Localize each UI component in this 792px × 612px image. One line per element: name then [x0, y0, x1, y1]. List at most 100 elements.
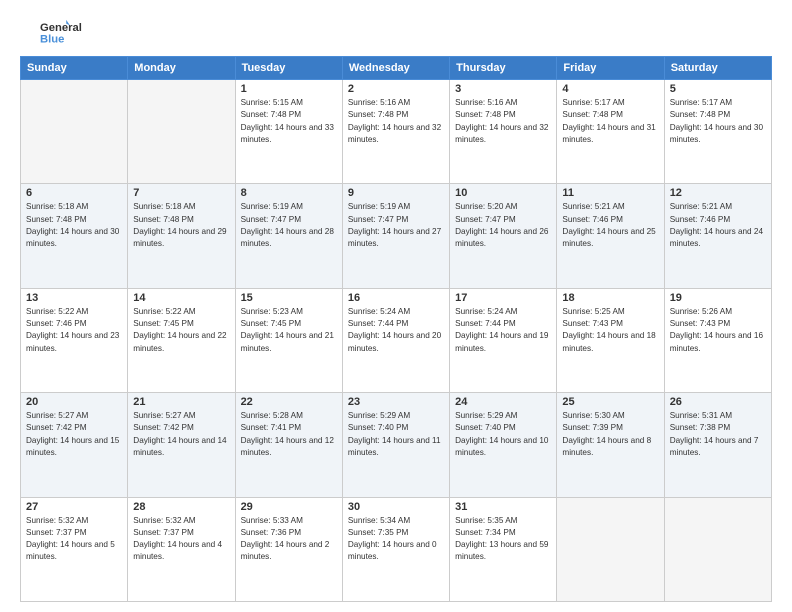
day-number: 23	[348, 396, 444, 408]
day-number: 19	[670, 292, 766, 304]
day-number: 3	[455, 83, 551, 95]
day-number: 30	[348, 501, 444, 513]
calendar-cell: 16 Sunrise: 5:24 AMSunset: 7:44 PMDayligh…	[342, 288, 449, 392]
day-info: Sunrise: 5:33 AMSunset: 7:36 PMDaylight:…	[241, 515, 337, 564]
calendar-cell: 8 Sunrise: 5:19 AMSunset: 7:47 PMDaylight…	[235, 184, 342, 288]
day-number: 8	[241, 187, 337, 199]
day-number: 12	[670, 187, 766, 199]
day-header-sunday: Sunday	[21, 57, 128, 80]
calendar-header-row: SundayMondayTuesdayWednesdayThursdayFrid…	[21, 57, 772, 80]
day-number: 7	[133, 187, 229, 199]
day-number: 11	[562, 187, 658, 199]
day-number: 24	[455, 396, 551, 408]
day-info: Sunrise: 5:32 AMSunset: 7:37 PMDaylight:…	[26, 515, 122, 564]
calendar-cell	[128, 80, 235, 184]
day-header-tuesday: Tuesday	[235, 57, 342, 80]
day-info: Sunrise: 5:24 AMSunset: 7:44 PMDaylight:…	[348, 306, 444, 355]
day-info: Sunrise: 5:29 AMSunset: 7:40 PMDaylight:…	[455, 410, 551, 459]
day-number: 6	[26, 187, 122, 199]
day-info: Sunrise: 5:23 AMSunset: 7:45 PMDaylight:…	[241, 306, 337, 355]
day-info: Sunrise: 5:18 AMSunset: 7:48 PMDaylight:…	[26, 201, 122, 250]
calendar-cell: 24 Sunrise: 5:29 AMSunset: 7:40 PMDayligh…	[450, 393, 557, 497]
day-info: Sunrise: 5:31 AMSunset: 7:38 PMDaylight:…	[670, 410, 766, 459]
day-info: Sunrise: 5:21 AMSunset: 7:46 PMDaylight:…	[562, 201, 658, 250]
page: General Blue SundayMondayTuesdayWednesda…	[0, 0, 792, 612]
day-number: 2	[348, 83, 444, 95]
calendar-cell	[557, 497, 664, 601]
day-number: 28	[133, 501, 229, 513]
calendar-cell: 14Sunrise: 5:22 AMSunset: 7:45 PMDayligh…	[128, 288, 235, 392]
calendar-cell: 1 Sunrise: 5:15 AMSunset: 7:48 PMDaylight…	[235, 80, 342, 184]
calendar-cell: 25Sunrise: 5:30 AMSunset: 7:39 PMDayligh…	[557, 393, 664, 497]
day-header-saturday: Saturday	[664, 57, 771, 80]
day-number: 16	[348, 292, 444, 304]
day-info: Sunrise: 5:22 AMSunset: 7:46 PMDaylight:…	[26, 306, 122, 355]
day-header-friday: Friday	[557, 57, 664, 80]
header: General Blue	[20, 18, 772, 48]
day-info: Sunrise: 5:29 AMSunset: 7:40 PMDaylight:…	[348, 410, 444, 459]
day-number: 26	[670, 396, 766, 408]
day-info: Sunrise: 5:20 AMSunset: 7:47 PMDaylight:…	[455, 201, 551, 250]
week-row-1: 1 Sunrise: 5:15 AMSunset: 7:48 PMDaylight…	[21, 80, 772, 184]
day-info: Sunrise: 5:24 AMSunset: 7:44 PMDaylight:…	[455, 306, 551, 355]
day-header-wednesday: Wednesday	[342, 57, 449, 80]
calendar-cell	[664, 497, 771, 601]
calendar-cell: 27 Sunrise: 5:32 AMSunset: 7:37 PMDayligh…	[21, 497, 128, 601]
week-row-3: 13Sunrise: 5:22 AMSunset: 7:46 PMDayligh…	[21, 288, 772, 392]
day-number: 1	[241, 83, 337, 95]
day-number: 10	[455, 187, 551, 199]
calendar-cell: 9 Sunrise: 5:19 AMSunset: 7:47 PMDaylight…	[342, 184, 449, 288]
day-info: Sunrise: 5:34 AMSunset: 7:35 PMDaylight:…	[348, 515, 444, 564]
day-info: Sunrise: 5:16 AMSunset: 7:48 PMDaylight:…	[348, 97, 444, 146]
day-number: 31	[455, 501, 551, 513]
calendar-cell: 30 Sunrise: 5:34 AMSunset: 7:35 PMDayligh…	[342, 497, 449, 601]
calendar-cell: 12 Sunrise: 5:21 AMSunset: 7:46 PMDayligh…	[664, 184, 771, 288]
day-info: Sunrise: 5:19 AMSunset: 7:47 PMDaylight:…	[241, 201, 337, 250]
day-info: Sunrise: 5:27 AMSunset: 7:42 PMDaylight:…	[26, 410, 122, 459]
day-number: 15	[241, 292, 337, 304]
calendar-cell: 19 Sunrise: 5:26 AMSunset: 7:43 PMDayligh…	[664, 288, 771, 392]
day-info: Sunrise: 5:30 AMSunset: 7:39 PMDaylight:…	[562, 410, 658, 459]
calendar-cell: 22 Sunrise: 5:28 AMSunset: 7:41 PMDayligh…	[235, 393, 342, 497]
day-number: 5	[670, 83, 766, 95]
day-number: 21	[133, 396, 229, 408]
day-number: 14	[133, 292, 229, 304]
day-number: 17	[455, 292, 551, 304]
day-header-thursday: Thursday	[450, 57, 557, 80]
day-number: 18	[562, 292, 658, 304]
calendar-cell: 21Sunrise: 5:27 AMSunset: 7:42 PMDayligh…	[128, 393, 235, 497]
day-info: Sunrise: 5:16 AMSunset: 7:48 PMDaylight:…	[455, 97, 551, 146]
calendar-cell: 18Sunrise: 5:25 AMSunset: 7:43 PMDayligh…	[557, 288, 664, 392]
calendar-cell: 3 Sunrise: 5:16 AMSunset: 7:48 PMDaylight…	[450, 80, 557, 184]
day-info: Sunrise: 5:15 AMSunset: 7:48 PMDaylight:…	[241, 97, 337, 146]
day-number: 22	[241, 396, 337, 408]
week-row-5: 27 Sunrise: 5:32 AMSunset: 7:37 PMDayligh…	[21, 497, 772, 601]
day-number: 9	[348, 187, 444, 199]
svg-text:General: General	[40, 22, 82, 34]
day-info: Sunrise: 5:21 AMSunset: 7:46 PMDaylight:…	[670, 201, 766, 250]
day-number: 27	[26, 501, 122, 513]
calendar-cell: 23 Sunrise: 5:29 AMSunset: 7:40 PMDayligh…	[342, 393, 449, 497]
week-row-4: 20 Sunrise: 5:27 AMSunset: 7:42 PMDayligh…	[21, 393, 772, 497]
calendar-cell: 31Sunrise: 5:35 AMSunset: 7:34 PMDayligh…	[450, 497, 557, 601]
calendar-cell: 28 Sunrise: 5:32 AMSunset: 7:37 PMDayligh…	[128, 497, 235, 601]
calendar-cell: 4 Sunrise: 5:17 AMSunset: 7:48 PMDaylight…	[557, 80, 664, 184]
day-info: Sunrise: 5:18 AMSunset: 7:48 PMDaylight:…	[133, 201, 229, 250]
calendar-cell: 13Sunrise: 5:22 AMSunset: 7:46 PMDayligh…	[21, 288, 128, 392]
day-info: Sunrise: 5:17 AMSunset: 7:48 PMDaylight:…	[562, 97, 658, 146]
day-number: 20	[26, 396, 122, 408]
calendar-cell: 26 Sunrise: 5:31 AMSunset: 7:38 PMDayligh…	[664, 393, 771, 497]
day-info: Sunrise: 5:26 AMSunset: 7:43 PMDaylight:…	[670, 306, 766, 355]
day-info: Sunrise: 5:19 AMSunset: 7:47 PMDaylight:…	[348, 201, 444, 250]
week-row-2: 6 Sunrise: 5:18 AMSunset: 7:48 PMDaylight…	[21, 184, 772, 288]
calendar-cell: 10 Sunrise: 5:20 AMSunset: 7:47 PMDayligh…	[450, 184, 557, 288]
calendar-table: SundayMondayTuesdayWednesdayThursdayFrid…	[20, 56, 772, 602]
day-info: Sunrise: 5:32 AMSunset: 7:37 PMDaylight:…	[133, 515, 229, 564]
calendar-cell: 29Sunrise: 5:33 AMSunset: 7:36 PMDayligh…	[235, 497, 342, 601]
day-info: Sunrise: 5:28 AMSunset: 7:41 PMDaylight:…	[241, 410, 337, 459]
calendar-cell: 11 Sunrise: 5:21 AMSunset: 7:46 PMDayligh…	[557, 184, 664, 288]
logo: General Blue	[20, 18, 90, 48]
logo-icon: General Blue	[20, 18, 90, 48]
calendar-cell: 15 Sunrise: 5:23 AMSunset: 7:45 PMDayligh…	[235, 288, 342, 392]
day-number: 4	[562, 83, 658, 95]
